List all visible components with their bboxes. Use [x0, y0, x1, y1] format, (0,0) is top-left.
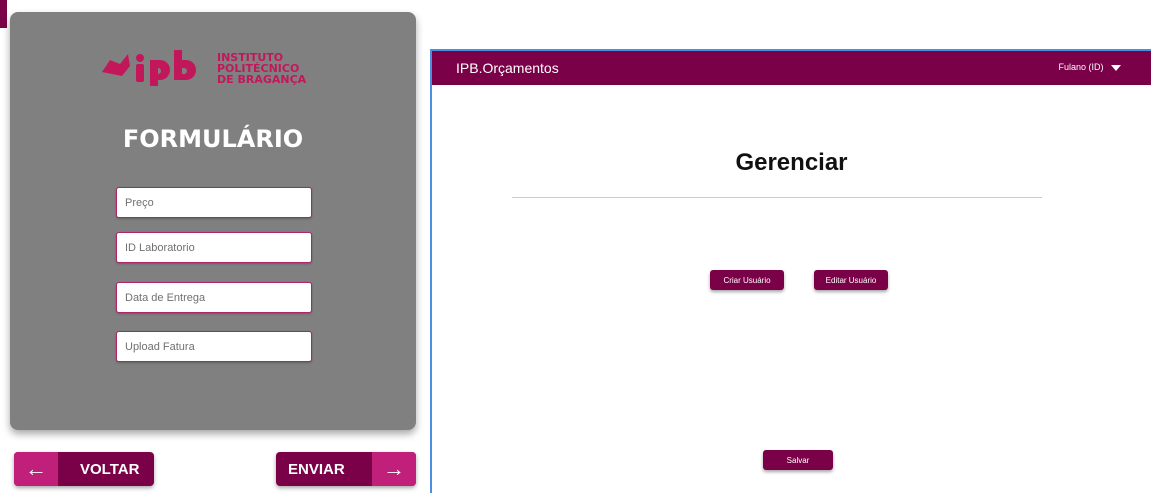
edit-user-button[interactable]: Editar Usuário: [814, 270, 888, 290]
delivery-date-field[interactable]: Data de Entrega: [116, 282, 312, 313]
invoice-upload-placeholder: Upload Fatura: [125, 340, 195, 353]
form-title: FORMULÁRIO: [122, 125, 304, 153]
ipb-logo-text: INSTITUTO POLITÉCNICO DE BRAGANÇA: [217, 51, 307, 86]
corner-mark: [0, 0, 7, 28]
edit-user-label: Editar Usuário: [825, 275, 877, 285]
back-button[interactable]: ← VOLTAR: [14, 452, 154, 486]
app-window: IPB.Orçamentos Fulano (ID) Gerenciar Cri…: [430, 49, 1151, 493]
send-button-label: ENVIAR: [288, 461, 345, 478]
delivery-date-placeholder: Data de Entrega: [125, 291, 206, 304]
send-button[interactable]: ENVIAR →: [276, 452, 416, 486]
app-header: IPB.Orçamentos Fulano (ID): [432, 51, 1151, 85]
create-user-label: Criar Usuário: [723, 275, 771, 285]
lab-id-field[interactable]: ID Laboratorio: [116, 232, 312, 263]
caret-down-icon: [1111, 64, 1121, 71]
user-menu-label: Fulano (ID): [1058, 62, 1104, 72]
form-card: INSTITUTO POLITÉCNICO DE BRAGANÇA FORMUL…: [10, 12, 416, 430]
back-button-label: VOLTAR: [80, 461, 140, 478]
arrow-left-icon: ←: [14, 452, 58, 486]
save-label: Salvar: [786, 455, 810, 465]
app-title: IPB.Orçamentos: [456, 60, 559, 76]
arrow-right-icon: →: [372, 452, 416, 486]
create-user-button[interactable]: Criar Usuário: [710, 270, 784, 290]
save-button[interactable]: Salvar: [763, 450, 833, 470]
price-field[interactable]: Preço: [116, 187, 312, 218]
user-menu[interactable]: Fulano (ID): [1058, 62, 1121, 72]
divider: [512, 197, 1042, 198]
price-placeholder: Preço: [125, 196, 154, 209]
ipb-logo: INSTITUTO POLITÉCNICO DE BRAGANÇA: [100, 46, 340, 98]
page-title: Gerenciar: [735, 149, 848, 176]
invoice-upload-field[interactable]: Upload Fatura: [116, 331, 312, 362]
ipb-logo-graphic: [102, 50, 196, 86]
lab-id-placeholder: ID Laboratorio: [125, 241, 195, 254]
